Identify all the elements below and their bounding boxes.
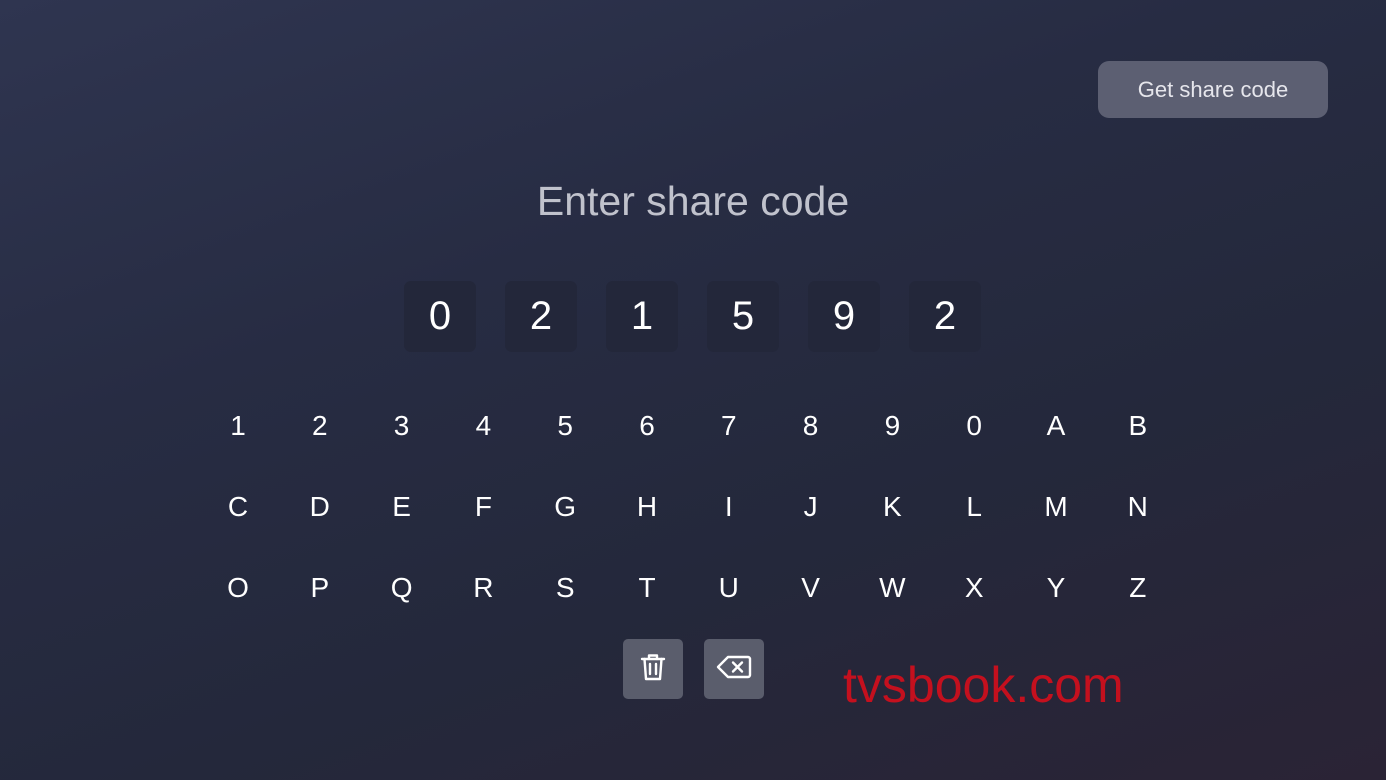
keyboard-key[interactable]: L [944,482,1004,532]
keyboard-key[interactable]: M [1026,482,1086,532]
code-digit-box: 2 [909,281,981,352]
keyboard-key[interactable]: 9 [862,401,922,451]
code-digit-box: 9 [808,281,880,352]
trash-icon [638,651,668,688]
keyboard-key[interactable]: U [699,563,759,613]
keyboard-key[interactable]: Y [1026,563,1086,613]
keyboard-key[interactable]: D [290,482,350,532]
keyboard-key[interactable]: W [862,563,922,613]
keyboard-key[interactable]: I [699,482,759,532]
keyboard-key[interactable]: J [781,482,841,532]
page-title: Enter share code [536,178,850,224]
keyboard-key[interactable]: 0 [944,401,1004,451]
keyboard-key[interactable]: Z [1108,563,1168,613]
keyboard-key[interactable]: K [862,482,922,532]
keyboard-key[interactable]: V [781,563,841,613]
keyboard-key[interactable]: H [617,482,677,532]
code-digit-box: 1 [606,281,678,352]
code-digit-box: 5 [707,281,779,352]
keyboard-key[interactable]: C [208,482,268,532]
keyboard-key[interactable]: X [944,563,1004,613]
keyboard-key[interactable]: 5 [535,401,595,451]
keyboard-key[interactable]: N [1108,482,1168,532]
keyboard-key[interactable]: A [1026,401,1086,451]
keyboard-key[interactable]: 2 [290,401,350,451]
keyboard-key[interactable]: 4 [453,401,513,451]
keyboard-key[interactable]: O [208,563,268,613]
keyboard-key[interactable]: R [453,563,513,613]
clear-all-button[interactable] [623,639,683,699]
keyboard-key[interactable]: S [535,563,595,613]
backspace-button[interactable] [704,639,764,699]
backspace-icon [716,654,752,685]
keyboard-key[interactable]: E [372,482,432,532]
keyboard-key[interactable]: T [617,563,677,613]
keyboard-key[interactable]: B [1108,401,1168,451]
keyboard-key[interactable]: Q [372,563,432,613]
get-share-code-button[interactable]: Get share code [1098,61,1328,118]
keyboard-key[interactable]: 8 [781,401,841,451]
code-digit-box: 2 [505,281,577,352]
keyboard-key[interactable]: 3 [372,401,432,451]
keyboard-key[interactable]: 7 [699,401,759,451]
keyboard-key[interactable]: F [453,482,513,532]
code-digit-box: 0 [404,281,476,352]
keyboard-key[interactable]: P [290,563,350,613]
keyboard-key[interactable]: G [535,482,595,532]
watermark-text: tvsbook.com [843,657,1124,713]
keyboard-key[interactable]: 1 [208,401,268,451]
keyboard-key[interactable]: 6 [617,401,677,451]
